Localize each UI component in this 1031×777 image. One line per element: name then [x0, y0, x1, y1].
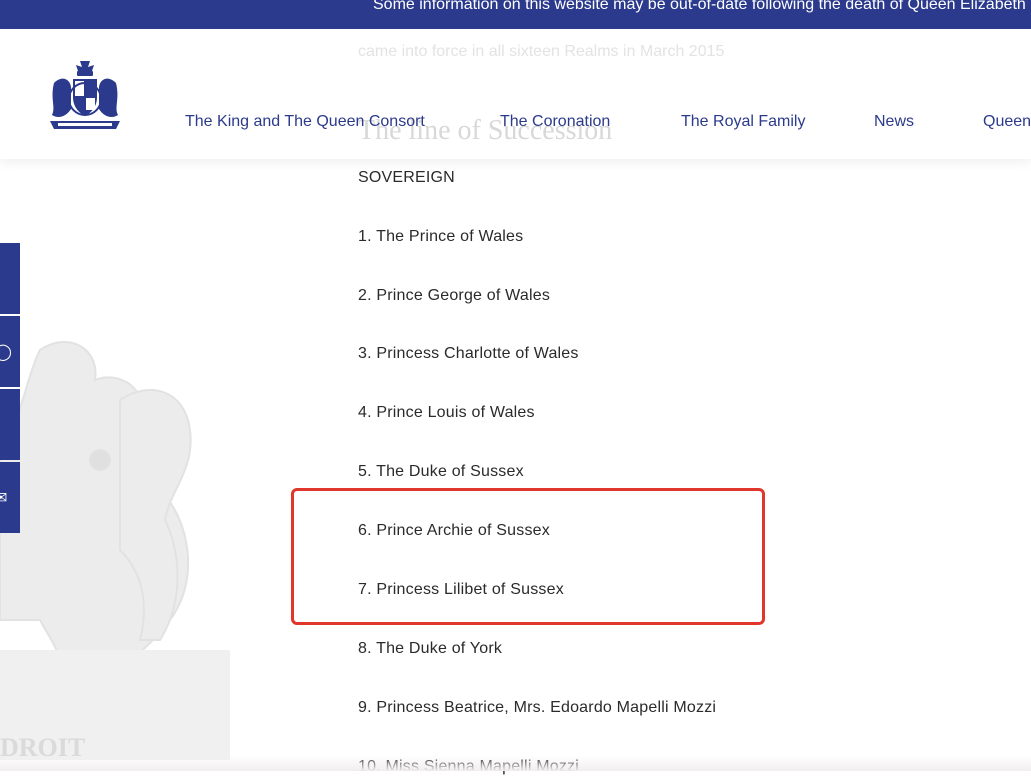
nav-king-and-queen-consort[interactable]: The King and The Queen Consort: [185, 113, 425, 131]
nav-royal-family[interactable]: The Royal Family: [681, 113, 805, 131]
nav-news[interactable]: News: [874, 113, 914, 131]
instagram-icon: ◯: [0, 344, 12, 361]
scrolled-intro-text: came into force in all sixteen Realms in…: [358, 43, 725, 60]
royal-crest-logo[interactable]: [44, 59, 126, 135]
share-email-button[interactable]: ✉: [0, 462, 20, 533]
highlight-annotation-box: [291, 488, 765, 625]
background-coat-of-arms: DROIT: [0, 340, 230, 762]
notice-banner: Some information on this website may be …: [0, 0, 1031, 29]
list-item: 2. Prince George of Wales: [358, 287, 551, 304]
share-twitter-button[interactable]: t: [0, 389, 20, 460]
list-item: 4. Prince Louis of Wales: [358, 404, 535, 421]
bottom-fade: [0, 756, 1031, 771]
share-bar: f ◯ t ✉: [0, 243, 20, 535]
list-item: 8. The Duke of York: [358, 640, 503, 657]
list-item: 1. The Prince of Wales: [358, 228, 524, 245]
notice-text: Some information on this website may be …: [373, 0, 1031, 13]
nav-coronation[interactable]: The Coronation: [500, 113, 610, 131]
email-icon: ✉: [0, 490, 8, 507]
share-facebook-button[interactable]: f: [0, 243, 20, 314]
list-item-sovereign: SOVEREIGN: [358, 169, 455, 186]
share-instagram-button[interactable]: ◯: [0, 316, 20, 387]
list-item: 3. Princess Charlotte of Wales: [358, 345, 579, 362]
nav-queen-elizabeth-ii[interactable]: Queen Elizabeth II: [983, 113, 1031, 131]
list-item: 9. Princess Beatrice, Mrs. Edoardo Mapel…: [358, 699, 717, 716]
list-item: 5. The Duke of Sussex: [358, 463, 524, 480]
site-header: came into force in all sixteen Realms in…: [0, 29, 1031, 159]
